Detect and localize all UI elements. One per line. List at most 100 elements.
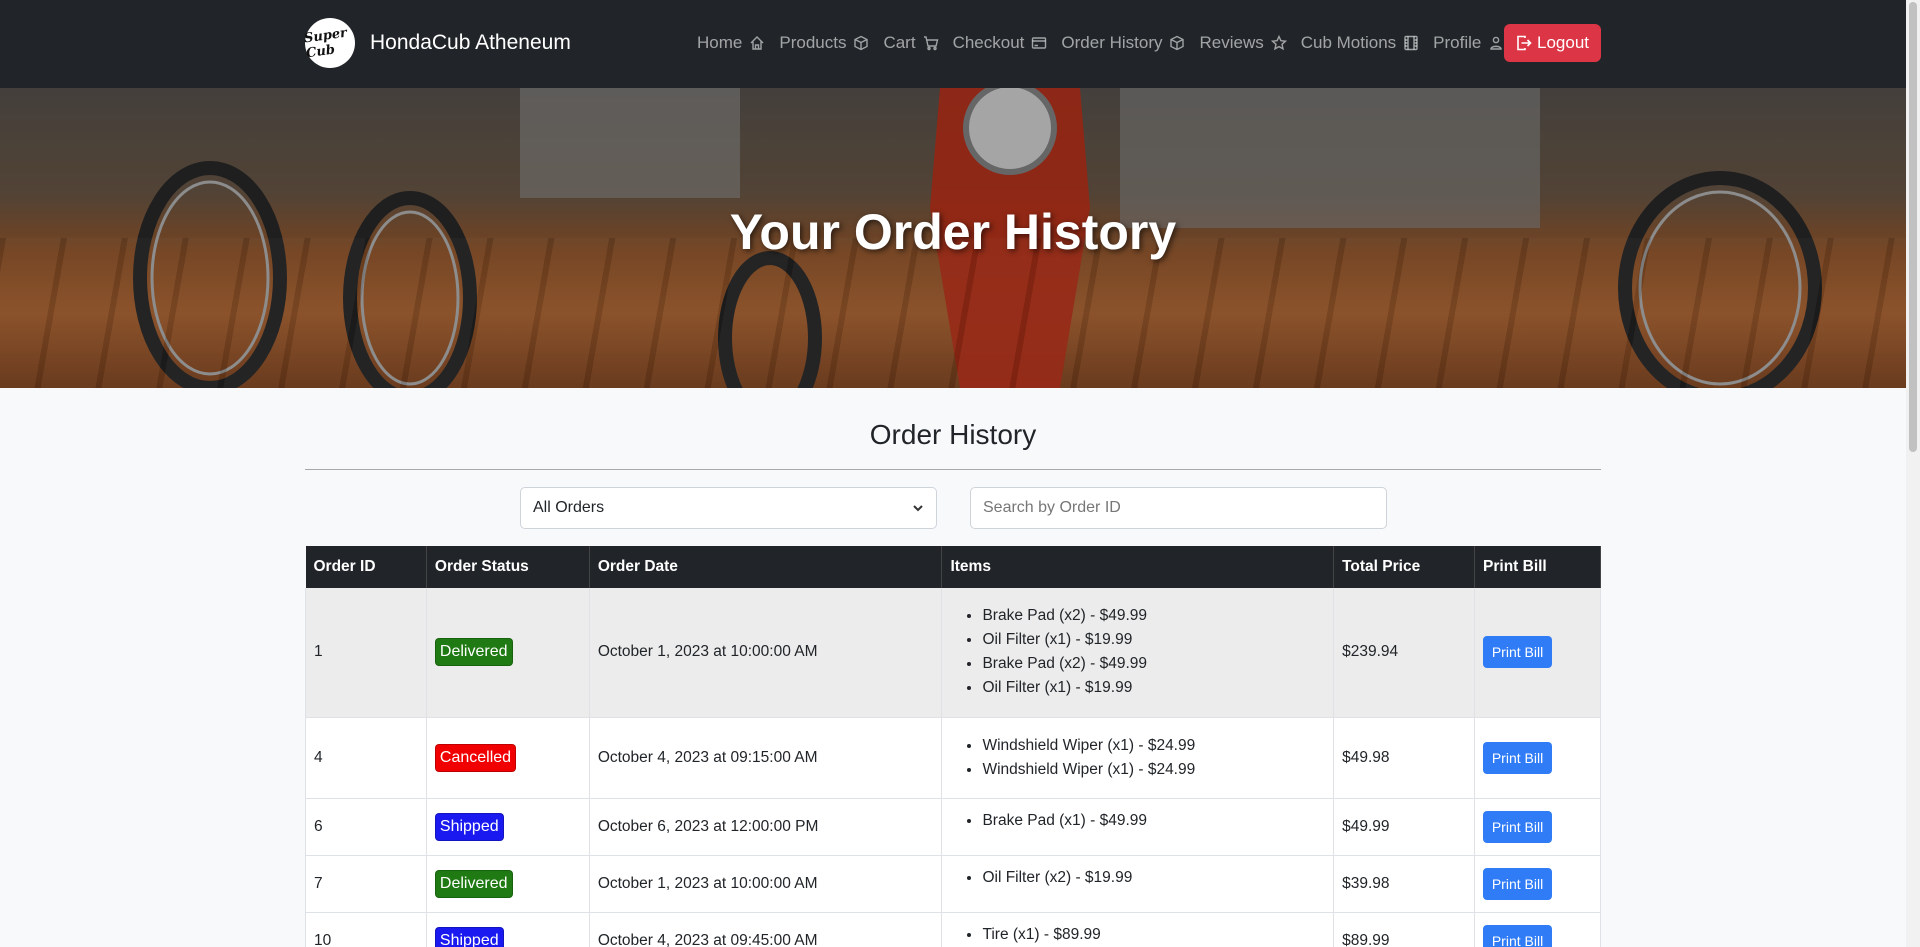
col-order-id: Order ID <box>305 546 427 588</box>
credit-card-icon <box>1032 37 1047 49</box>
film-icon <box>1404 35 1418 51</box>
total-price: $39.98 <box>1333 855 1476 913</box>
list-item: Brake Pad (x2) - $49.99 <box>982 604 1325 628</box>
print-bill-cell: Print Bill <box>1474 855 1601 913</box>
total-price: $49.98 <box>1333 717 1476 799</box>
nav-home[interactable]: Home <box>697 33 765 53</box>
order-items-list: Brake Pad (x2) - $49.99 Oil Filter (x1) … <box>950 594 1325 710</box>
print-bill-button[interactable]: Print Bill <box>1483 636 1553 669</box>
status-badge: Delivered <box>434 869 513 898</box>
nav-checkout[interactable]: Checkout <box>953 33 1048 53</box>
page-title: Order History <box>869 419 1037 450</box>
status-badge: Shipped <box>434 926 504 947</box>
status-badge: Delivered <box>434 638 513 667</box>
list-item: Oil Filter (x2) - $19.99 <box>982 866 1325 890</box>
box-icon <box>1170 35 1185 51</box>
col-order-date: Order Date <box>589 546 943 588</box>
box-icon <box>854 35 869 51</box>
nav-profile[interactable]: Profile <box>1433 33 1504 53</box>
brand-name: HondaCub Atheneum <box>370 31 571 54</box>
super-cub-logo: Super Cub <box>303 18 355 68</box>
order-status-cell: Delivered <box>426 588 590 718</box>
brand-link[interactable]: Super Cub HondaCub Atheneum <box>303 18 571 68</box>
order-items-list: Windshield Wiper (x1) - $24.99 Windshiel… <box>950 724 1325 792</box>
table-row: 4 Cancelled October 4, 2023 at 09:15:00 … <box>305 717 1601 799</box>
list-item: Oil Filter (x1) - $19.99 <box>982 628 1325 652</box>
nav-cub-motions[interactable]: Cub Motions <box>1301 33 1419 53</box>
nav-checkout-label: Checkout <box>952 33 1025 52</box>
print-bill-cell: Print Bill <box>1474 798 1601 856</box>
order-items-cell: Tire (x1) - $89.99 <box>941 912 1335 947</box>
nav-reviews[interactable]: Reviews <box>1199 33 1287 53</box>
nav-cart-label: Cart <box>883 33 916 52</box>
main-content: Order History All Orders Order ID Order … <box>305 388 1601 947</box>
order-items-cell: Brake Pad (x1) - $49.99 <box>941 798 1335 856</box>
order-id: 10 <box>305 912 427 947</box>
order-status-cell: Cancelled <box>426 717 590 799</box>
order-status-cell: Shipped <box>426 798 590 856</box>
logout-label: Logout <box>1537 33 1589 52</box>
list-item: Oil Filter (x1) - $19.99 <box>982 676 1325 700</box>
logout-icon <box>1517 35 1532 51</box>
table-row: 7 Delivered October 1, 2023 at 10:00:00 … <box>305 855 1601 913</box>
total-price: $89.99 <box>1333 912 1476 947</box>
table-row: 10 Shipped October 4, 2023 at 09:45:00 A… <box>305 912 1601 947</box>
status-badge: Cancelled <box>434 743 517 772</box>
list-item: Windshield Wiper (x1) - $24.99 <box>982 734 1325 758</box>
print-bill-cell: Print Bill <box>1474 912 1601 947</box>
scrollbar-thumb[interactable] <box>1909 2 1917 452</box>
nav-cart[interactable]: Cart <box>883 33 938 53</box>
nav-profile-label: Profile <box>1433 33 1482 52</box>
nav-menu: Home Products Cart Checkout Order Histor… <box>697 24 1518 62</box>
order-items-list: Oil Filter (x2) - $19.99 <box>950 856 1325 900</box>
order-date: October 4, 2023 at 09:15:00 AM <box>589 717 943 799</box>
print-bill-button[interactable]: Print Bill <box>1483 867 1553 900</box>
order-items-cell: Brake Pad (x2) - $49.99 Oil Filter (x1) … <box>941 588 1335 718</box>
print-bill-button[interactable]: Print Bill <box>1483 741 1553 774</box>
person-icon <box>1490 36 1503 50</box>
nav-reviews-label: Reviews <box>1199 33 1264 52</box>
orders-table: Order ID Order Status Order Date Items T… <box>305 546 1601 947</box>
list-item: Brake Pad (x1) - $49.99 <box>982 809 1325 833</box>
order-date: October 1, 2023 at 10:00:00 AM <box>589 855 943 913</box>
col-total-price: Total Price <box>1333 546 1476 588</box>
order-date: October 6, 2023 at 12:00:00 PM <box>589 798 943 856</box>
order-items-list: Tire (x1) - $89.99 <box>950 913 1325 947</box>
nav-home-label: Home <box>697 33 743 52</box>
total-price: $49.99 <box>1333 798 1476 856</box>
print-bill-button[interactable]: Print Bill <box>1483 924 1553 947</box>
filter-bar: All Orders <box>305 470 1601 546</box>
page-scrollbar[interactable] <box>1906 0 1920 947</box>
table-row: 6 Shipped October 6, 2023 at 12:00:00 PM… <box>305 798 1601 856</box>
order-id: 1 <box>305 588 427 718</box>
order-status-filter-value: All Orders <box>533 499 605 516</box>
order-status-filter[interactable]: All Orders <box>520 487 937 529</box>
col-print-bill: Print Bill <box>1474 546 1601 588</box>
list-item: Brake Pad (x2) - $49.99 <box>982 652 1325 676</box>
star-icon <box>1270 35 1287 51</box>
order-items-cell: Oil Filter (x2) - $19.99 <box>941 855 1335 913</box>
order-items-cell: Windshield Wiper (x1) - $24.99 Windshiel… <box>941 717 1335 799</box>
print-bill-button[interactable]: Print Bill <box>1483 810 1553 843</box>
print-bill-cell: Print Bill <box>1474 588 1601 718</box>
col-items: Items <box>941 546 1335 588</box>
table-row: 1 Delivered October 1, 2023 at 10:00:00 … <box>305 588 1601 718</box>
hero-title: Your Order History <box>729 204 1177 260</box>
logout-button[interactable]: Logout <box>1504 24 1601 62</box>
nav-products[interactable]: Products <box>779 33 869 53</box>
order-status-cell: Shipped <box>426 912 590 947</box>
order-status-cell: Delivered <box>426 855 590 913</box>
total-price: $239.94 <box>1333 588 1476 718</box>
search-order-id-input[interactable] <box>970 487 1387 529</box>
nav-order-history[interactable]: Order History <box>1061 33 1185 53</box>
nav-order-history-label: Order History <box>1061 33 1163 52</box>
order-date: October 4, 2023 at 09:45:00 AM <box>589 912 943 947</box>
order-id: 7 <box>305 855 427 913</box>
order-date: October 1, 2023 at 10:00:00 AM <box>589 588 943 718</box>
print-bill-cell: Print Bill <box>1474 717 1601 799</box>
nav-cub-motions-label: Cub Motions <box>1300 33 1397 52</box>
order-id: 4 <box>305 717 427 799</box>
table-header-row: Order ID Order Status Order Date Items T… <box>305 546 1601 588</box>
status-badge: Shipped <box>434 812 504 841</box>
navbar: Super Cub HondaCub Atheneum Home Product… <box>0 0 1920 88</box>
